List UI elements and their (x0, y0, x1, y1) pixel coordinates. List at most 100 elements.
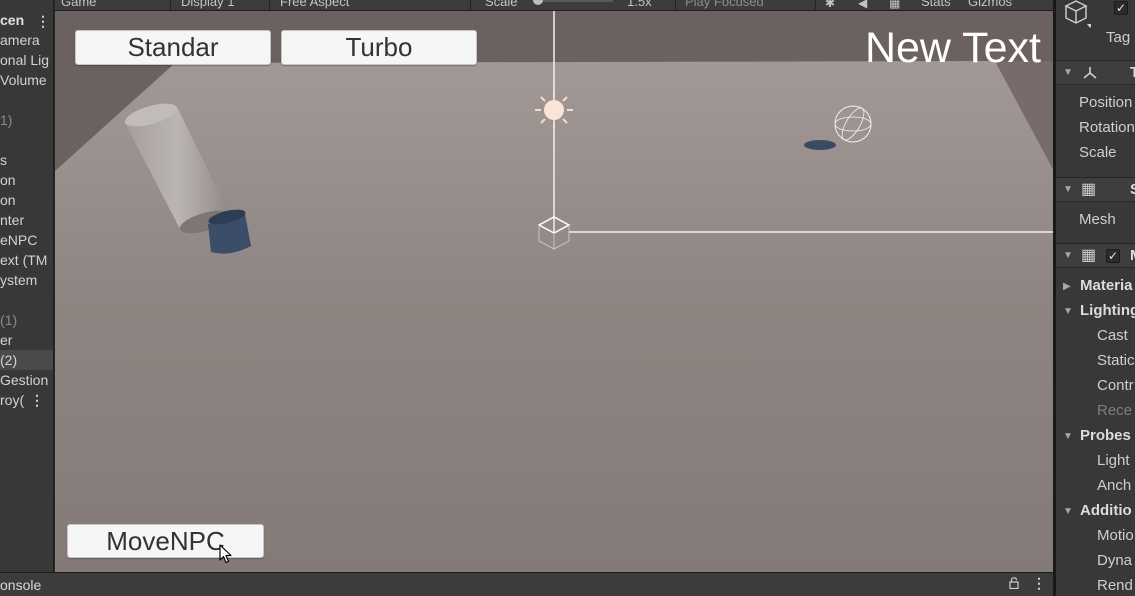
hierarchy-item[interactable]: on (0, 190, 53, 210)
hierarchy-item[interactable]: ext (TM (0, 250, 53, 270)
mesh-grid-icon: ▦ (1081, 181, 1097, 198)
cast-shadows-label: Cast (1097, 327, 1128, 344)
foldout-arrow-icon[interactable]: ▼ (1063, 250, 1073, 261)
aspect-dropdown[interactable]: Free Aspect (280, 0, 349, 9)
hierarchy-item[interactable] (0, 90, 53, 110)
game-view-toolbar: Game Display 1 Free Aspect Scale 1.5x Pl… (55, 0, 1053, 11)
scene-title: cen (0, 12, 25, 28)
transform-header[interactable]: ▼ T (1056, 60, 1135, 85)
probes-foldout[interactable]: Probes (1080, 427, 1131, 444)
scale-value: 1.5x (627, 0, 652, 9)
move-npc-button[interactable]: MoveNPC (67, 524, 264, 558)
console-kebab-icon[interactable]: ⋮ (1032, 575, 1046, 592)
transform-icon (1083, 67, 1097, 79)
hierarchy-item-label: 1) (0, 112, 13, 128)
hierarchy-item-label: ext (TM (0, 252, 48, 268)
mesh-filter-header[interactable]: ▼ ▦ S (1056, 177, 1135, 202)
hierarchy-item-label: on (0, 172, 16, 188)
hierarchy-item-label: er (0, 332, 13, 348)
speaker-icon[interactable]: ◀ (858, 0, 867, 10)
toolbar-separator (269, 0, 270, 10)
console-tab[interactable]: onsole (0, 577, 41, 593)
hierarchy-item[interactable] (0, 130, 53, 150)
hierarchy-item[interactable]: nter (0, 210, 53, 230)
mesh-renderer-header[interactable]: ▼ ▦ ✓ M (1056, 243, 1135, 268)
mouse-cursor-icon (219, 544, 232, 564)
hierarchy-item-label: Volume (0, 72, 47, 88)
scale-label: Scale (1079, 144, 1117, 161)
hierarchy-item[interactable]: (1) (0, 310, 53, 330)
hierarchy-panel: cen ⋮ amera onal Lig Volume 1) s on on nter eNP… (0, 0, 54, 572)
foldout-arrow-icon[interactable]: ▼ (1063, 506, 1073, 517)
hierarchy-item[interactable]: s (0, 150, 53, 170)
foldout-arrow-icon[interactable]: ▼ (1063, 431, 1073, 442)
standar-button[interactable]: Standar (75, 30, 271, 65)
hierarchy-item[interactable]: on (0, 170, 53, 190)
turbo-button[interactable]: Turbo (281, 30, 477, 65)
rendering-layer-label: Rend (1097, 577, 1133, 594)
renderer-enabled-checkbox[interactable]: ✓ (1106, 249, 1120, 263)
hierarchy-item-label: onal Lig (0, 52, 50, 68)
new-text-label: New Text (864, 24, 1041, 72)
foldout-arrow-icon[interactable]: ▶ (1063, 281, 1071, 292)
scale-slider[interactable] (533, 0, 613, 5)
receive-gi-label: Rece (1097, 402, 1133, 419)
hierarchy-item[interactable]: 1) (0, 110, 53, 130)
hierarchy-item-label: (1) (0, 312, 18, 328)
foldout-arrow-icon[interactable]: ▼ (1063, 306, 1073, 317)
kebab-menu-icon[interactable]: ⋮ (36, 13, 50, 30)
hierarchy-item-label: Gestion (0, 372, 49, 388)
lighting-foldout[interactable]: Lighting (1080, 302, 1135, 319)
hierarchy-item[interactable]: Volume (0, 70, 53, 90)
transform-title-clip: T (1130, 64, 1135, 81)
gizmos-button[interactable]: Gizmos (968, 0, 1012, 9)
toolbar-separator (675, 0, 676, 10)
position-label: Position (1079, 94, 1133, 111)
row-kebab-icon[interactable]: ⋮ (30, 390, 44, 410)
additional-settings-foldout[interactable]: Additio (1080, 502, 1132, 519)
hierarchy-item[interactable] (0, 290, 53, 310)
hierarchy-item[interactable]: roy(⋮ (0, 390, 53, 410)
toolbar-separator (170, 0, 171, 10)
hierarchy-item-label: on (0, 192, 16, 208)
mesh-label: Mesh (1079, 211, 1116, 228)
light-probes-label: Light (1097, 452, 1130, 469)
cube-icon (1064, 0, 1091, 28)
hierarchy-item[interactable]: Gestion (0, 370, 53, 390)
renderer-grid-icon: ▦ (1081, 247, 1097, 264)
mesh-renderer-title-clip: M (1130, 247, 1135, 264)
hierarchy-item[interactable]: er (0, 330, 53, 350)
motion-vectors-label: Motio (1097, 527, 1134, 544)
hierarchy-item[interactable]: amera (0, 30, 53, 50)
hierarchy-item[interactable]: onal Lig (0, 50, 53, 70)
game-viewport[interactable]: Standar Turbo New Text MoveNPC (55, 11, 1053, 572)
mesh-filter-title-clip: S (1130, 181, 1135, 198)
grid-icon[interactable]: ▦ (889, 0, 900, 10)
hierarchy-item[interactable]: ystem (0, 270, 53, 290)
scale-label: Scale (485, 0, 518, 9)
game-tab[interactable]: Game (61, 0, 96, 9)
bug-icon[interactable]: ✱ (825, 0, 835, 10)
console-bar: onsole ⋮ (0, 572, 1053, 596)
scale-slider-track (533, 0, 613, 2)
hierarchy-item-label: eNPC (0, 232, 38, 248)
hierarchy-item-label: ystem (0, 272, 38, 288)
display-dropdown[interactable]: Display 1 (181, 0, 234, 9)
scale-slider-knob[interactable] (533, 0, 543, 5)
anchor-override-label: Anch (1097, 477, 1132, 494)
foldout-arrow-icon[interactable]: ▼ (1063, 67, 1073, 78)
play-focused-dropdown[interactable]: Play Focused (685, 0, 764, 9)
hierarchy-item-label: nter (0, 212, 25, 228)
foldout-arrow-icon[interactable]: ▼ (1063, 184, 1073, 195)
stats-button[interactable]: Stats (921, 0, 951, 9)
lock-icon[interactable] (1009, 577, 1019, 589)
scene-header[interactable]: cen ⋮ (0, 10, 53, 30)
active-checkbox[interactable]: ✓ (1114, 1, 1128, 15)
hierarchy-item-label: amera (0, 32, 40, 48)
hierarchy-item[interactable]: (2) (0, 350, 53, 370)
hierarchy-item[interactable]: eNPC (0, 230, 53, 250)
dynamic-occlusion-label: Dyna (1097, 552, 1133, 569)
materials-foldout[interactable]: Materia (1080, 277, 1133, 294)
static-shadow-label: Static (1097, 352, 1135, 369)
hierarchy-item-label: (2) (0, 352, 18, 368)
